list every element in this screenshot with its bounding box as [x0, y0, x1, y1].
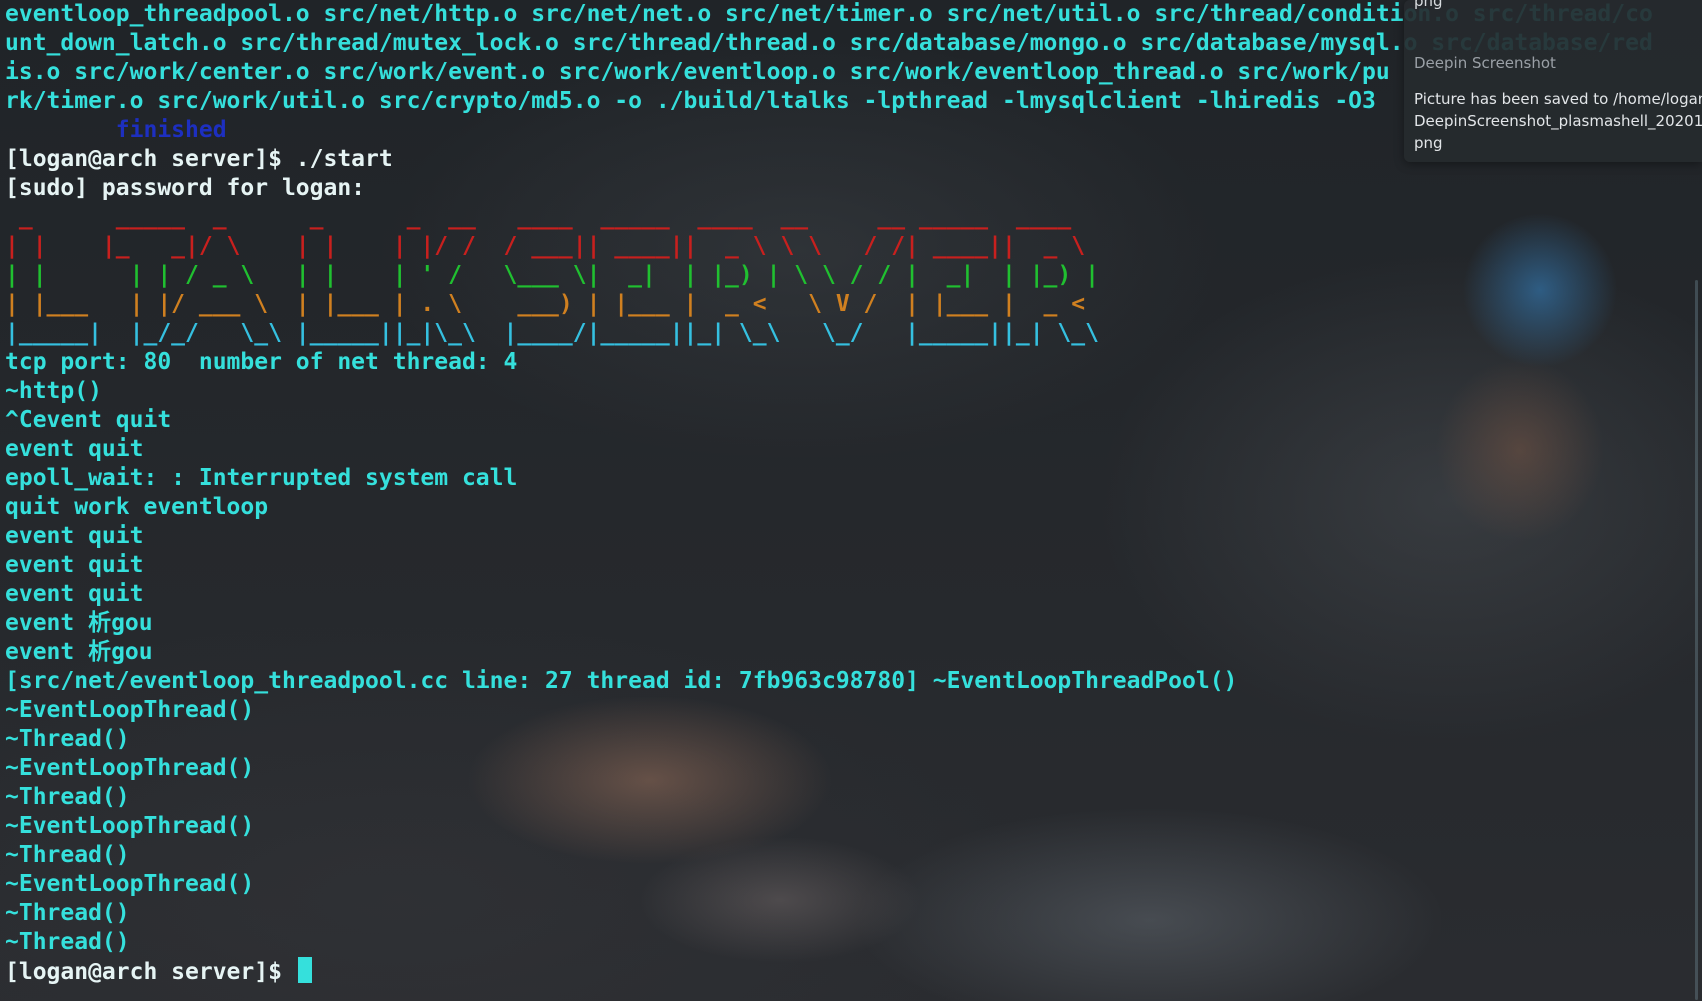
- log-line: [src/net/eventloop_threadpool.cc line: 2…: [5, 668, 1238, 694]
- log-line: tcp port: 80 number of net thread: 4: [5, 349, 518, 375]
- log-line: ~EventLoopThread(): [5, 697, 255, 723]
- sudo-password-prompt: [sudo] password for logan:: [5, 175, 366, 201]
- log-line: quit work eventloop: [5, 494, 269, 520]
- log-line: event 析gou: [5, 639, 153, 665]
- log-line: ~EventLoopThread(): [5, 755, 255, 781]
- shell-prompt-line[interactable]: [logan@arch server]$: [5, 957, 1702, 986]
- log-line: event quit: [5, 436, 144, 462]
- log-line: ~Thread(): [5, 929, 130, 955]
- notification-app-name: Deepin Screenshot: [1414, 54, 1556, 72]
- log-line: ~Thread(): [5, 900, 130, 926]
- log-line: ^Cevent quit: [5, 407, 172, 433]
- log-line: epoll_wait: : Interrupted system call: [5, 465, 518, 491]
- log-line: ~Thread(): [5, 784, 130, 810]
- banner-line: | | | | / _ \ | | | ' / \___ \| _| | |_)…: [5, 262, 1099, 288]
- log-line: ~Thread(): [5, 726, 130, 752]
- log-line: event quit: [5, 581, 144, 607]
- log-line: event 析gou: [5, 610, 153, 636]
- log-line: ~Thread(): [5, 842, 130, 868]
- previous-notification-text: png: [1414, 0, 1443, 10]
- banner-line: _ _____ _ _ _ __ ____ _____ ____ __ __ _…: [5, 204, 1099, 230]
- banner-line: | | |_ _|/ \ | | | |/ / / ___|| ____|| _…: [5, 233, 1099, 259]
- notification-message: Picture has been saved to /home/logan/ D…: [1414, 90, 1702, 152]
- screenshot-notification[interactable]: png Deepin Screenshot Picture has been s…: [1404, 0, 1702, 162]
- log-line: ~http(): [5, 378, 102, 404]
- shell-prompt: [logan@arch server]$: [5, 959, 296, 985]
- log-line: ~EventLoopThread(): [5, 871, 255, 897]
- log-line: event quit: [5, 552, 144, 578]
- banner-line: | |___ | |/ ___ \ | |___ | . \ ___) | |_…: [5, 291, 1099, 317]
- log-line: ~EventLoopThread(): [5, 813, 255, 839]
- log-line: event quit: [5, 523, 144, 549]
- banner-line: |_____| |_/_/ \_\ |_____||_|\_\ |____/|_…: [5, 320, 1099, 346]
- terminal-scrollbar[interactable]: [1695, 280, 1698, 1000]
- text-cursor: [297, 957, 312, 983]
